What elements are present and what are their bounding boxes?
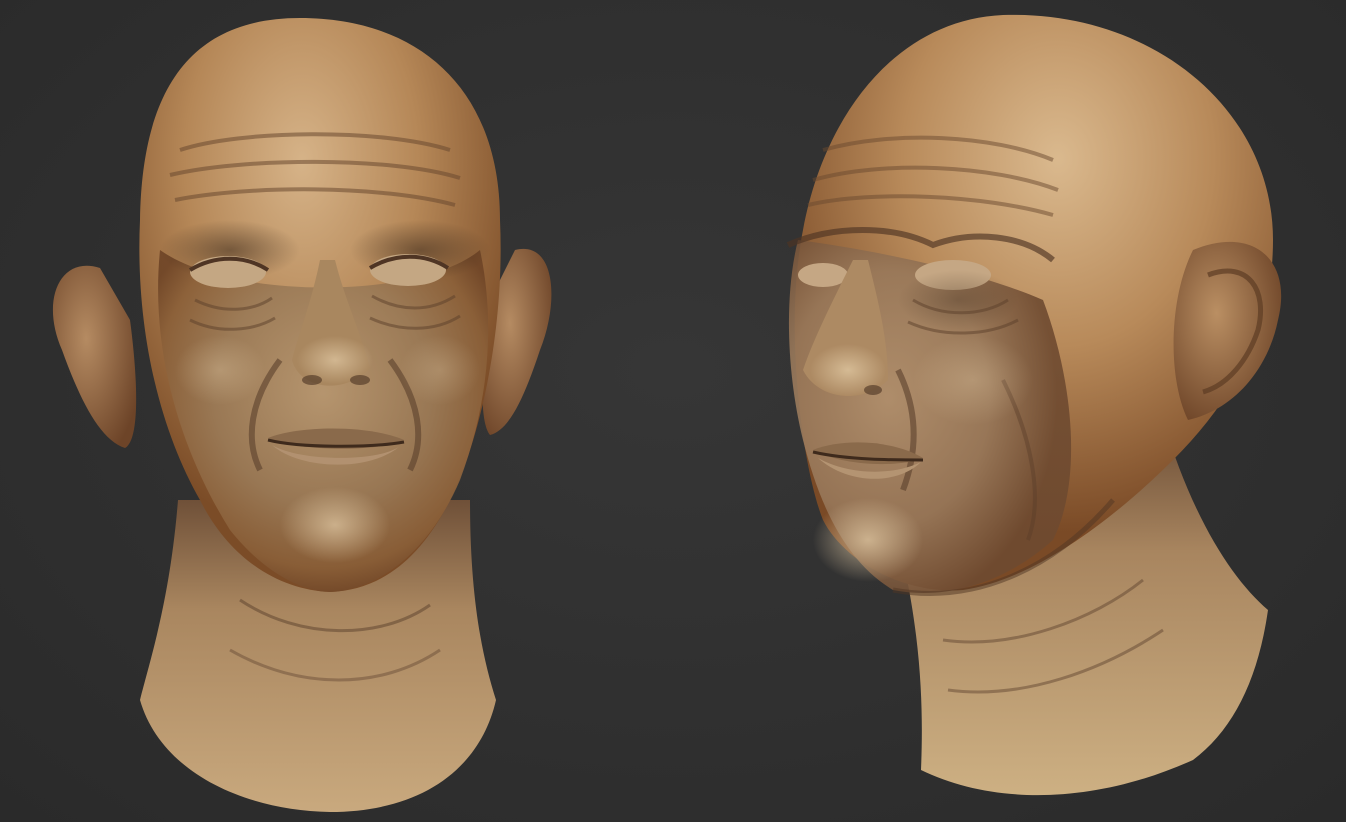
left-ear <box>52 265 137 448</box>
right-eye <box>370 254 446 286</box>
head-front-view <box>52 18 552 812</box>
chin <box>813 498 923 582</box>
head-three-quarter-view <box>786 14 1282 796</box>
viewport <box>0 0 1346 822</box>
chin <box>280 487 390 563</box>
left-eye <box>190 256 266 288</box>
left-eye <box>798 263 848 287</box>
